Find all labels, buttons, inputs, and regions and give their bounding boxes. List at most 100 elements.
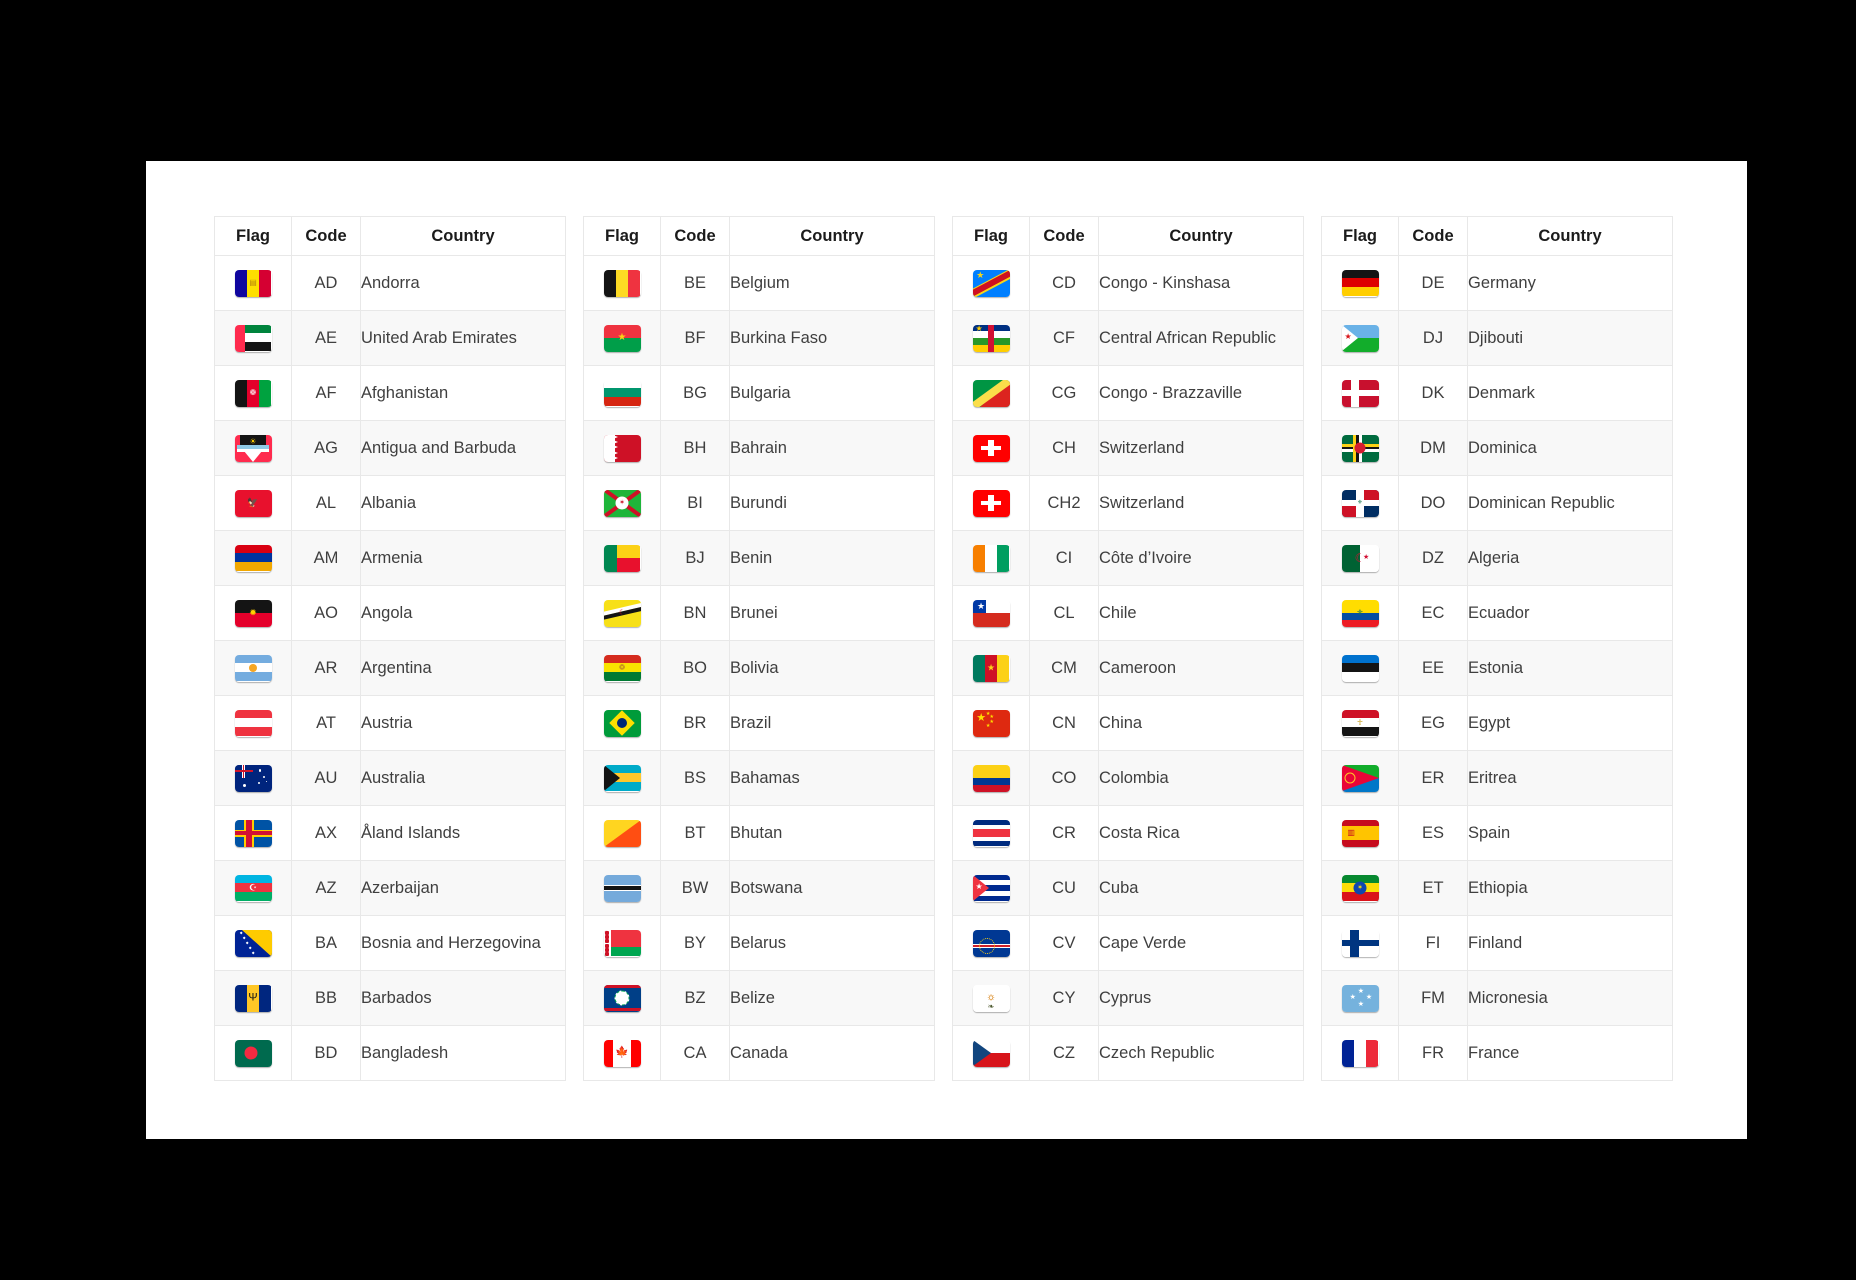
flag-cell: ★: [952, 255, 1030, 311]
table-row[interactable]: EE Estonia: [1321, 640, 1673, 696]
table-row[interactable]: ❁ AF Afghanistan: [214, 365, 566, 421]
code-cell: CH2: [1029, 475, 1099, 531]
table-row[interactable]: CG Congo - Brazzaville: [952, 365, 1304, 421]
table-row[interactable]: ☪ AZ Azerbaijan: [214, 860, 566, 916]
table-row[interactable]: AX Åland Islands: [214, 805, 566, 861]
content-sheet: Flag Code Country ▤ AD Andorra AE United Arab E…: [146, 161, 1747, 1139]
flag-cv-icon: [972, 929, 1010, 957]
country-cell: Switzerland: [1098, 475, 1304, 531]
table-row[interactable]: BZ Belize: [583, 970, 935, 1026]
table-row[interactable]: CR Costa Rica: [952, 805, 1304, 861]
table-row[interactable]: AM Armenia: [214, 530, 566, 586]
table-row[interactable]: 🦅 AL Albania: [214, 475, 566, 531]
table-row[interactable]: ☾ ★ DZ Algeria: [1321, 530, 1673, 586]
table-row[interactable]: ▥ ES Spain: [1321, 805, 1673, 861]
country-cell: Costa Rica: [1098, 805, 1304, 861]
table-row[interactable]: BT Bhutan: [583, 805, 935, 861]
tables-container: Flag Code Country ▤ AD Andorra AE United Arab E…: [214, 216, 1690, 1081]
table-row[interactable]: ★ ★ ★ ★ ★ CN China: [952, 695, 1304, 751]
table-row[interactable]: BG Bulgaria: [583, 365, 935, 421]
country-cell: Cuba: [1098, 860, 1304, 916]
flag-cell: ★ ★ ★ ★: [1321, 970, 1399, 1026]
flag-ch2-icon: [972, 489, 1010, 517]
country-cell: Botswana: [729, 860, 935, 916]
table-row[interactable]: ★ CU Cuba: [952, 860, 1304, 916]
code-cell: CR: [1029, 805, 1099, 861]
country-cell: Canada: [729, 1025, 935, 1081]
table-row[interactable]: DE Germany: [1321, 255, 1673, 311]
table-row[interactable]: BH Bahrain: [583, 420, 935, 476]
table-row[interactable]: ★ ★ ★ ★ FM Micronesia: [1321, 970, 1673, 1026]
table-row[interactable]: BJ Benin: [583, 530, 935, 586]
flag-cell: ★: [952, 640, 1030, 696]
table-row[interactable]: BR Brazil: [583, 695, 935, 751]
table-row[interactable]: ★ CL Chile: [952, 585, 1304, 641]
table-row[interactable]: ⚜ EC Ecuador: [1321, 585, 1673, 641]
country-cell: Afghanistan: [360, 365, 566, 421]
table-row[interactable]: Ψ BB Barbados: [214, 970, 566, 1026]
table-row[interactable]: ER Eritrea: [1321, 750, 1673, 806]
table-row[interactable]: CO Colombia: [952, 750, 1304, 806]
table-row[interactable]: ★ DJ Djibouti: [1321, 310, 1673, 366]
country-cell: Barbados: [360, 970, 566, 1026]
table-row[interactable]: DM Dominica: [1321, 420, 1673, 476]
table-row[interactable]: ★ BF Burkina Faso: [583, 310, 935, 366]
table-row[interactable]: 🍁 CA Canada: [583, 1025, 935, 1081]
table-row[interactable]: ☀ AG Antigua and Barbuda: [214, 420, 566, 476]
table-row[interactable]: ✶ BI Burundi: [583, 475, 935, 531]
table-row[interactable]: ❂ BO Bolivia: [583, 640, 935, 696]
country-cell: Chile: [1098, 585, 1304, 641]
table-row[interactable]: ★ CM Cameroon: [952, 640, 1304, 696]
table-row[interactable]: FI Finland: [1321, 915, 1673, 971]
table-row[interactable]: ✶ ET Ethiopia: [1321, 860, 1673, 916]
table-row[interactable]: CH2 Switzerland: [952, 475, 1304, 531]
table-row[interactable]: CH Switzerland: [952, 420, 1304, 476]
flag-cr-icon: [972, 819, 1010, 847]
code-cell: AT: [291, 695, 361, 751]
code-cell: AU: [291, 750, 361, 806]
table-row[interactable]: DK Denmark: [1321, 365, 1673, 421]
table-row[interactable]: BD Bangladesh: [214, 1025, 566, 1081]
table-row[interactable]: ▤ AD Andorra: [214, 255, 566, 311]
code-cell: FI: [1398, 915, 1468, 971]
table-row[interactable]: 🌣 ❧ CY Cyprus: [952, 970, 1304, 1026]
table-row[interactable]: AE United Arab Emirates: [214, 310, 566, 366]
flag-de-icon: [1341, 269, 1379, 297]
table-row[interactable]: ★ CF Central African Republic: [952, 310, 1304, 366]
flag-bj-icon: [603, 544, 641, 572]
flag-co-icon: [972, 764, 1010, 792]
table-row[interactable]: ☾ BN Brunei: [583, 585, 935, 641]
table-row[interactable]: AT Austria: [214, 695, 566, 751]
table-row[interactable]: CV Cape Verde: [952, 915, 1304, 971]
flag-cell: ★: [583, 310, 661, 366]
flag-fi-icon: [1341, 929, 1379, 957]
country-cell: Spain: [1467, 805, 1673, 861]
table-row[interactable]: AU Australia: [214, 750, 566, 806]
table-row[interactable]: ✹ AO Angola: [214, 585, 566, 641]
table-row[interactable]: BS Bahamas: [583, 750, 935, 806]
flag-cell: ✶: [1321, 860, 1399, 916]
table-row[interactable]: BE Belgium: [583, 255, 935, 311]
flag-cf-icon: ★: [972, 324, 1010, 352]
table-row[interactable]: ⚜ DO Dominican Republic: [1321, 475, 1673, 531]
flag-cell: [214, 310, 292, 366]
flag-cell: [583, 750, 661, 806]
column-header-country: Country: [1098, 216, 1304, 256]
flag-cell: [583, 530, 661, 586]
table-row[interactable]: CI Côte d’Ivoire: [952, 530, 1304, 586]
table-row[interactable]: ☥ EG Egypt: [1321, 695, 1673, 751]
flag-by-icon: [603, 929, 641, 957]
code-cell: AD: [291, 255, 361, 311]
table-row[interactable]: AR Argentina: [214, 640, 566, 696]
table-row[interactable]: BA Bosnia and Herzegovina: [214, 915, 566, 971]
flag-bd-icon: [234, 1039, 272, 1067]
code-cell: CI: [1029, 530, 1099, 586]
table-row[interactable]: ★ CD Congo - Kinshasa: [952, 255, 1304, 311]
table-row[interactable]: BW Botswana: [583, 860, 935, 916]
table-row[interactable]: CZ Czech Republic: [952, 1025, 1304, 1081]
table-row[interactable]: BY Belarus: [583, 915, 935, 971]
table-row[interactable]: FR France: [1321, 1025, 1673, 1081]
table-header-row: Flag Code Country: [952, 216, 1304, 256]
country-cell: Austria: [360, 695, 566, 751]
flag-cell: [1321, 1025, 1399, 1081]
